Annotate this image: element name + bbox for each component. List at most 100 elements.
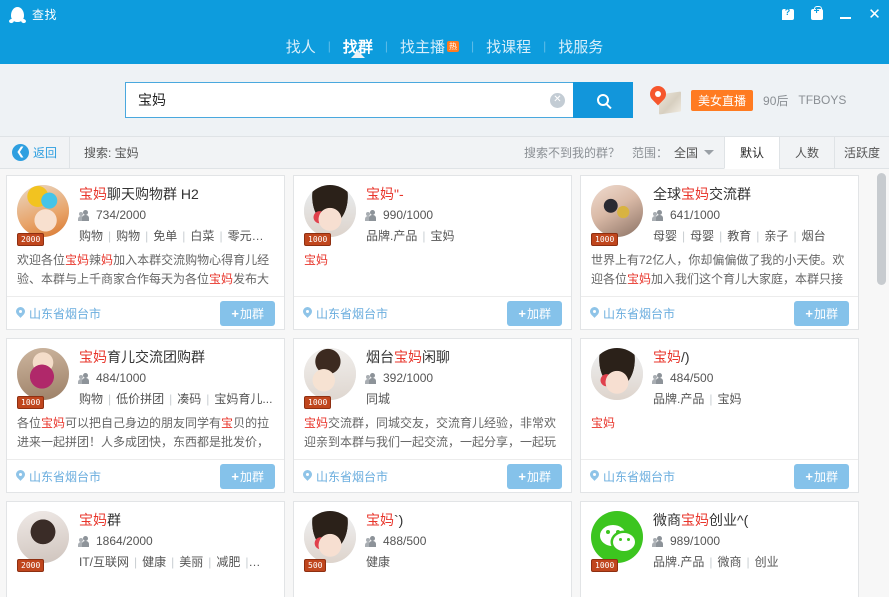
group-location[interactable]: 山东省烟台市 [590, 305, 675, 322]
safe-box-icon[interactable] [802, 0, 831, 28]
sort-tab-activity[interactable]: 活跃度 [834, 137, 889, 168]
scope-selector[interactable]: 范围： 全国 [632, 144, 714, 161]
group-tag[interactable]: 宝妈 [430, 229, 454, 243]
group-location[interactable]: 山东省烟台市 [16, 305, 101, 322]
group-location[interactable]: 山东省烟台市 [303, 468, 388, 485]
group-title[interactable]: 宝妈`) [366, 511, 561, 529]
group-tag[interactable]: 购物 [116, 229, 140, 243]
join-group-button[interactable]: +加群 [507, 464, 562, 489]
group-card-footer: 山东省烟台市 +加群 [294, 296, 571, 329]
group-tag[interactable]: IT/互联网 [79, 555, 129, 569]
tab-find-people[interactable]: 找人 [274, 36, 328, 57]
group-tag[interactable]: 同城 [366, 392, 390, 406]
join-group-button[interactable]: +加群 [220, 301, 275, 326]
tag-separator: | [709, 392, 712, 406]
group-tag[interactable]: 母婴 [690, 229, 714, 243]
avatar[interactable] [591, 185, 643, 237]
group-info: 宝妈"-990/1000品牌.产品|宝妈 [366, 185, 561, 244]
group-tag[interactable]: 购物 [79, 229, 103, 243]
group-tag[interactable]: 美丽 [179, 555, 203, 569]
search-box: ✕ [125, 82, 633, 118]
group-tag[interactable]: 烟台 [802, 229, 826, 243]
clear-circle-icon[interactable]: ✕ [550, 93, 565, 108]
group-description: 宝妈 [591, 414, 848, 433]
group-title[interactable]: 宝妈聊天购物群 H2 [79, 185, 274, 203]
avatar[interactable] [591, 348, 643, 400]
search-input[interactable] [138, 92, 550, 108]
group-tag[interactable]: 母婴 [653, 229, 677, 243]
group-tag[interactable]: 免单 [153, 229, 177, 243]
cannot-find-group-link[interactable]: 搜索不到我的群？ [524, 144, 620, 161]
group-tag[interactable]: 减肥 [216, 555, 240, 569]
avatar[interactable] [591, 511, 643, 563]
group-tag[interactable]: 宝妈 [717, 392, 741, 406]
group-tag[interactable]: 购物 [79, 392, 103, 406]
location-label: 山东省烟台市 [29, 305, 101, 322]
group-title[interactable]: 微商宝妈创业^( [653, 511, 848, 529]
avatar[interactable] [17, 185, 69, 237]
avatar[interactable] [304, 511, 356, 563]
hot-keyword-featured[interactable]: 美女直播 [691, 90, 753, 111]
avatar[interactable] [17, 348, 69, 400]
join-group-button[interactable]: +加群 [794, 301, 849, 326]
group-location[interactable]: 山东省烟台市 [590, 468, 675, 485]
group-tag[interactable]: 创业 [755, 555, 779, 569]
join-group-button[interactable]: +加群 [220, 464, 275, 489]
search-button[interactable] [573, 82, 633, 118]
capacity-badge: 1000 [304, 396, 331, 409]
tab-find-service[interactable]: 找服务 [546, 36, 615, 57]
group-title[interactable]: 烟台宝妈闲聊 [366, 348, 561, 366]
group-card[interactable]: 1000全球宝妈交流群641/1000母婴|母婴|教育|亲子|烟台世界上有72亿… [580, 175, 859, 330]
results-scrollbar[interactable] [877, 173, 886, 593]
group-tag[interactable]: 低价拼团 [116, 392, 164, 406]
group-tag[interactable]: 品牌.产品 [653, 392, 704, 406]
group-card[interactable]: 2000宝妈群1864/2000IT/互联网|健康|美丽|减肥|美颜山东省烟台市… [6, 501, 285, 597]
group-tag[interactable]: 亲子 [764, 229, 788, 243]
group-tag[interactable]: 教育 [727, 229, 751, 243]
group-card-body: 1000宝妈育儿交流团购群484/1000购物|低价拼团|凑码|宝妈育儿...各… [7, 339, 284, 459]
group-tag[interactable]: 健康 [366, 555, 390, 569]
group-title[interactable]: 宝妈"- [366, 185, 561, 203]
scrollbar-thumb[interactable] [877, 173, 886, 285]
sort-tab-members[interactable]: 人数 [779, 137, 834, 168]
minimize-icon[interactable] [831, 0, 860, 28]
group-tag[interactable]: 品牌.产品 [366, 229, 417, 243]
hot-keyword-link[interactable]: 90后 [763, 92, 788, 109]
group-card-header: 1000烟台宝妈闲聊392/1000同城 [304, 348, 561, 407]
group-card[interactable]: 1000宝妈育儿交流团购群484/1000购物|低价拼团|凑码|宝妈育儿...各… [6, 338, 285, 493]
avatar-wrapper [591, 348, 643, 407]
group-card[interactable]: 500宝妈`)488/500健康山东省烟台市+加群 [293, 501, 572, 597]
group-tag[interactable]: 零元购 ... [228, 229, 274, 243]
avatar[interactable] [304, 348, 356, 400]
back-button[interactable]: ❮ 返回 [0, 137, 70, 168]
group-card[interactable]: 宝妈/)484/500品牌.产品|宝妈宝妈山东省烟台市+加群 [580, 338, 859, 493]
group-card[interactable]: 1000宝妈"-990/1000品牌.产品|宝妈宝妈山东省烟台市+加群 [293, 175, 572, 330]
group-location[interactable]: 山东省烟台市 [303, 305, 388, 322]
group-title[interactable]: 宝妈育儿交流团购群 [79, 348, 274, 366]
group-location[interactable]: 山东省烟台市 [16, 468, 101, 485]
group-title[interactable]: 全球宝妈交流群 [653, 185, 848, 203]
group-card[interactable]: 2000宝妈聊天购物群 H2734/2000购物|购物|免单|白菜|零元购 ..… [6, 175, 285, 330]
group-title[interactable]: 宝妈群 [79, 511, 274, 529]
group-card[interactable]: 1000微商宝妈创业^(989/1000品牌.产品|微商|创业山东省烟台市+加群 [580, 501, 859, 597]
join-group-button[interactable]: +加群 [794, 464, 849, 489]
close-icon[interactable]: ✕ [860, 0, 889, 28]
tab-find-anchor[interactable]: 找主播热 [388, 36, 471, 57]
group-tag[interactable]: 凑码 [177, 392, 201, 406]
tab-find-course[interactable]: 找课程 [474, 36, 543, 57]
help-bubble-icon[interactable] [773, 0, 802, 28]
join-group-button[interactable]: +加群 [507, 301, 562, 326]
plus-icon: + [231, 469, 239, 484]
avatar[interactable] [304, 185, 356, 237]
group-card[interactable]: 1000烟台宝妈闲聊392/1000同城宝妈交流群，同城交友，交流育儿经验，非常… [293, 338, 572, 493]
group-tag[interactable]: 健康 [142, 555, 166, 569]
group-tag[interactable]: 品牌.产品 [653, 555, 704, 569]
hot-keyword-link[interactable]: TFBOYS [798, 93, 846, 107]
group-tag[interactable]: 宝妈育儿... [214, 392, 272, 406]
tab-find-group[interactable]: 找群 [331, 36, 385, 57]
group-tag[interactable]: 微商 [717, 555, 741, 569]
sort-tab-default[interactable]: 默认 [724, 137, 779, 169]
avatar[interactable] [17, 511, 69, 563]
group-title[interactable]: 宝妈/) [653, 348, 848, 366]
group-tag[interactable]: 白菜 [190, 229, 214, 243]
